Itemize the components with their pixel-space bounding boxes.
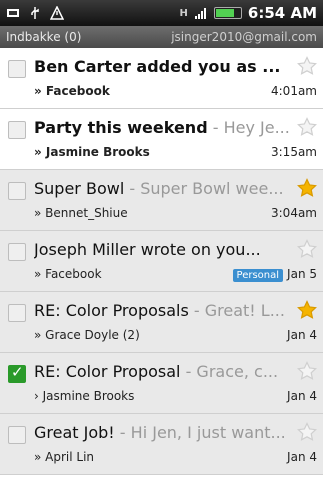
email-subject: RE: Color Proposals <box>34 300 189 320</box>
email-date: Jan 5 <box>287 267 317 281</box>
signal-icon <box>194 8 206 19</box>
star-icon[interactable] <box>297 239 317 259</box>
inbox-title: Indbakke (0) <box>6 30 82 44</box>
star-icon[interactable] <box>297 117 317 137</box>
email-row[interactable]: Party this weekend - Hey Je... » Jasmine… <box>0 109 323 170</box>
email-subject: Great Job! <box>34 422 115 442</box>
email-row[interactable]: Joseph Miller wrote on you... » Facebook… <box>0 231 323 292</box>
email-list: Ben Carter added you as ... » Facebook 4… <box>0 48 323 475</box>
email-date: Jan 4 <box>287 328 317 342</box>
select-checkbox[interactable] <box>8 121 26 139</box>
email-date: Jan 4 <box>287 389 317 403</box>
select-checkbox[interactable] <box>8 304 26 322</box>
email-row[interactable]: Super Bowl - Super Bowl wee... » Bennet_… <box>0 170 323 231</box>
email-snippet: - Hi Jen, I just want... <box>114 422 286 442</box>
personal-label-badge[interactable]: Personal <box>232 269 284 282</box>
select-checkbox[interactable]: ✓ <box>8 363 26 383</box>
email-subject: Super Bowl <box>34 178 125 198</box>
email-sender: » Facebook <box>34 267 102 281</box>
star-icon[interactable] <box>297 361 317 381</box>
email-row[interactable]: ✓ RE: Color Proposal - Grace, c... › Jas… <box>0 353 323 414</box>
star-icon[interactable] <box>297 422 317 442</box>
email-sender: » Jasmine Brooks <box>34 145 150 159</box>
email-sender: » Bennet_Shiue <box>34 206 128 220</box>
email-date: Jan 4 <box>287 450 317 464</box>
account-email[interactable]: jsinger2010@gmail.com <box>171 30 317 44</box>
clock: 6:54 AM <box>247 4 317 22</box>
email-date: 4:01am <box>271 84 317 98</box>
warning-icon <box>50 6 64 20</box>
email-date: 3:04am <box>271 206 317 220</box>
checkmark-icon: ✓ <box>11 363 24 381</box>
usb-icon <box>31 7 39 19</box>
select-checkbox[interactable] <box>8 182 26 200</box>
select-checkbox[interactable] <box>8 426 26 444</box>
select-checkbox[interactable] <box>8 243 26 261</box>
select-checkbox[interactable] <box>8 60 26 78</box>
screen-icon <box>7 9 19 17</box>
email-row[interactable]: Ben Carter added you as ... » Facebook 4… <box>0 48 323 109</box>
email-snippet: - Hey Je... <box>207 117 290 137</box>
email-sender: » Grace Doyle (2) <box>34 328 140 342</box>
email-sender: » Facebook <box>34 84 110 98</box>
email-subject: Joseph Miller wrote on you... <box>34 239 261 259</box>
battery-icon <box>213 7 242 19</box>
email-subject: RE: Color Proposal <box>34 361 181 381</box>
star-icon[interactable] <box>297 178 317 198</box>
network-h-icon: H <box>179 7 188 19</box>
email-date: 3:15am <box>271 145 317 159</box>
inbox-header: Indbakke (0) jsinger2010@gmail.com <box>0 26 323 48</box>
email-row[interactable]: Great Job! - Hi Jen, I just want... » Ap… <box>0 414 323 475</box>
email-sender: » April Lin <box>34 450 95 464</box>
email-subject: Ben Carter added you as ... <box>34 56 281 76</box>
email-snippet: - Super Bowl wee... <box>124 178 284 198</box>
star-icon[interactable] <box>297 56 317 76</box>
status-bar: H 6:54 AM <box>0 0 323 26</box>
email-sender: › Jasmine Brooks <box>34 389 135 403</box>
email-subject: Party this weekend <box>34 117 208 137</box>
email-row[interactable]: RE: Color Proposals - Great! L... » Grac… <box>0 292 323 353</box>
email-snippet: - Grace, c... <box>180 361 279 381</box>
star-icon[interactable] <box>297 300 317 320</box>
email-snippet: - Great! L... <box>188 300 285 320</box>
